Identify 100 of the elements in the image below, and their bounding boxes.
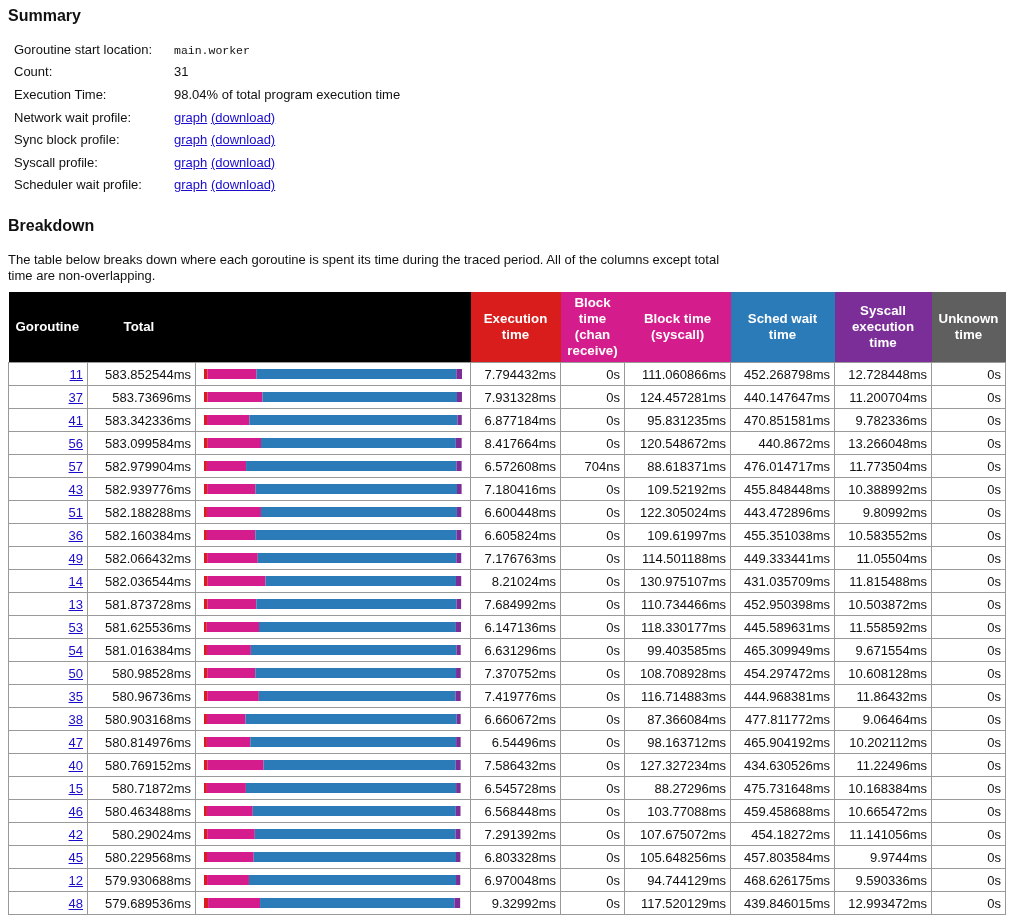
goroutine-link[interactable]: 50	[68, 665, 83, 681]
table-cell: 87.366084ms	[624, 707, 731, 731]
table-cell: 445.589631ms	[730, 615, 835, 639]
table-cell: 0s	[560, 799, 625, 823]
goroutine-link[interactable]: 36	[68, 527, 83, 543]
goroutine-link[interactable]: 57	[68, 458, 83, 474]
table-cell: 0s	[560, 638, 625, 662]
table-cell: 107.675072ms	[624, 822, 731, 846]
profile-link[interactable]: (download)	[210, 109, 276, 125]
table-cell: 120.548672ms	[624, 431, 731, 455]
goroutine-link[interactable]: 14	[68, 573, 83, 589]
summary-value: 98.04% of total program execution time	[174, 87, 401, 102]
table-cell: 11.815488ms	[834, 569, 932, 593]
table-cell: 6.568448ms	[470, 799, 561, 823]
profile-link[interactable]: graph	[174, 109, 208, 125]
goroutine-link[interactable]: 45	[68, 849, 83, 865]
table-cell: 109.52192ms	[624, 477, 731, 501]
table-cell: 440.147647ms	[730, 385, 835, 409]
table-cell: 581.625536ms	[87, 615, 196, 639]
table-cell: 7.419776ms	[470, 684, 561, 708]
table-cell: 0s	[560, 730, 625, 754]
table-cell: 0s	[560, 868, 625, 892]
goroutine-link[interactable]: 48	[68, 895, 83, 911]
table-cell: 582.188288ms	[87, 500, 196, 524]
table-cell: 116.714883ms	[624, 684, 731, 708]
profile-link[interactable]: graph	[174, 154, 208, 170]
profile-link[interactable]: (download)	[210, 154, 276, 170]
table-cell: 0s	[931, 845, 1006, 869]
goroutine-link[interactable]: 46	[68, 803, 83, 819]
table-cell: 11.558592ms	[834, 615, 932, 639]
table-cell: 0s	[931, 661, 1006, 685]
goroutine-link[interactable]: 56	[68, 435, 83, 451]
goroutine-link[interactable]: 35	[68, 688, 83, 704]
table-cell: 8.417664ms	[470, 431, 561, 455]
table-cell: 0s	[560, 707, 625, 731]
table-cell: 431.035709ms	[730, 569, 835, 593]
table-cell: 11.141056ms	[834, 822, 932, 846]
table-cell: 580.98528ms	[87, 661, 196, 685]
profile-link[interactable]: (download)	[210, 132, 276, 148]
goroutine-link[interactable]: 41	[68, 412, 83, 428]
table-cell: 582.160384ms	[87, 523, 196, 547]
table-cell: 127.327234ms	[624, 753, 731, 777]
table-cell: 439.846015ms	[730, 891, 835, 915]
table-cell: 88.27296ms	[624, 776, 731, 800]
table-cell: 0s	[560, 500, 625, 524]
table-cell: 95.831235ms	[624, 408, 731, 432]
table-cell: 583.73696ms	[87, 385, 196, 409]
goroutine-link[interactable]: 43	[68, 481, 83, 497]
table-cell: 10.168384ms	[834, 776, 932, 800]
table-cell: 109.61997ms	[624, 523, 731, 547]
goroutine-link[interactable]: 47	[68, 734, 83, 750]
table-cell: 443.472896ms	[730, 500, 835, 524]
table-cell: 0s	[560, 408, 625, 432]
goroutine-link[interactable]: 37	[68, 389, 83, 405]
table-cell: 98.163712ms	[624, 730, 731, 754]
column-header: Execution time	[470, 292, 561, 363]
table-cell: 582.066432ms	[87, 546, 196, 570]
goroutine-link[interactable]: 12	[68, 872, 83, 888]
goroutine-link[interactable]: 38	[68, 711, 83, 727]
table-cell: 468.626175ms	[730, 868, 835, 892]
goroutine-link[interactable]: 49	[68, 550, 83, 566]
table-cell: 465.309949ms	[730, 638, 835, 662]
table-cell: 459.458688ms	[730, 799, 835, 823]
goroutine-link[interactable]: 53	[68, 619, 83, 635]
table-cell: 114.501188ms	[624, 546, 731, 570]
table-cell: 0s	[560, 684, 625, 708]
summary-label: Scheduler wait profile:	[14, 177, 142, 193]
goroutine-link[interactable]: 42	[68, 826, 83, 842]
table-cell: 117.520129ms	[624, 891, 731, 915]
table-cell: 0s	[931, 569, 1006, 593]
table-cell: 580.463488ms	[87, 799, 196, 823]
goroutine-link[interactable]: 13	[68, 596, 83, 612]
goroutine-link[interactable]: 54	[68, 642, 83, 658]
section-heading: Breakdown	[8, 216, 96, 237]
profile-link[interactable]: graph	[174, 177, 208, 193]
column-header: Block time (syscall)	[624, 292, 731, 363]
table-cell: 0s	[560, 891, 625, 915]
table-cell: 0s	[931, 684, 1006, 708]
goroutine-link[interactable]: 15	[68, 780, 83, 796]
table-cell: 455.848448ms	[730, 477, 835, 501]
table-cell: 0s	[931, 592, 1006, 616]
column-header: Total	[87, 292, 471, 363]
table-cell: 0s	[560, 661, 625, 685]
profile-link[interactable]: graph	[174, 132, 208, 148]
table-cell: 580.814976ms	[87, 730, 196, 754]
column-header: Unknown time	[931, 292, 1006, 363]
profile-link[interactable]: (download)	[210, 177, 276, 193]
table-cell: 0s	[931, 891, 1006, 915]
table-cell: 88.618371ms	[624, 454, 731, 478]
goroutine-link[interactable]: 51	[68, 504, 83, 520]
table-cell: 0s	[931, 615, 1006, 639]
table-cell: 477.811772ms	[730, 707, 835, 731]
table-cell: 7.180416ms	[470, 477, 561, 501]
table-cell: 583.099584ms	[87, 431, 196, 455]
table-cell: 7.370752ms	[470, 661, 561, 685]
table-cell: 7.176763ms	[470, 546, 561, 570]
table-cell: 11.22496ms	[834, 753, 932, 777]
goroutine-link[interactable]: 11	[69, 366, 83, 382]
table-cell: 455.351038ms	[730, 523, 835, 547]
goroutine-link[interactable]: 40	[68, 757, 83, 773]
